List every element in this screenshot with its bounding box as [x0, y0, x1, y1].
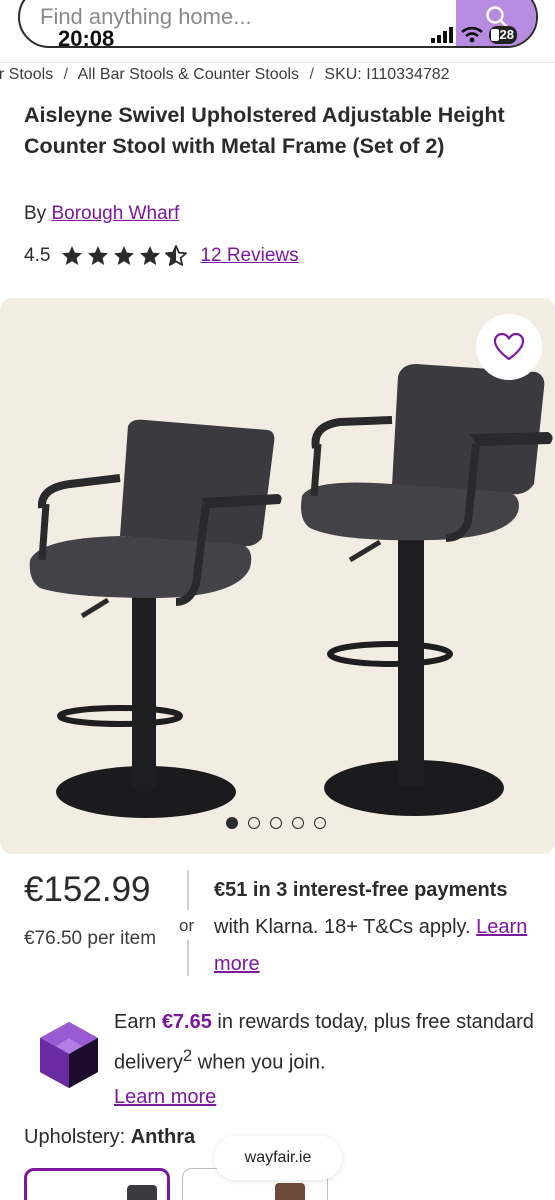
header-divider [0, 62, 555, 63]
klarna-financing: €51 in 3 interest-free payments with Kla… [214, 872, 534, 983]
carousel-dot[interactable] [270, 817, 282, 829]
breadcrumb-item-all-bar-stools[interactable]: All Bar Stools & Counter Stools [78, 66, 299, 83]
product-price: €152.99 [24, 870, 151, 909]
price-divider [187, 940, 189, 976]
unit-price: €76.50 per item [24, 928, 157, 949]
signal-icon [430, 27, 453, 43]
status-icons: 28 [430, 26, 517, 44]
rewards-amount: €7.65 [161, 1011, 212, 1033]
price-divider [187, 870, 189, 910]
carousel-dot[interactable] [226, 817, 238, 829]
star-icon [140, 246, 161, 265]
upholstery-label: Upholstery: [24, 1126, 131, 1148]
rewards-footnote: 2 [182, 1046, 193, 1065]
brand-byline: By Borough Wharf [24, 203, 179, 225]
klarna-offer: €51 in 3 interest-free payments [214, 879, 508, 901]
by-prefix: By [24, 203, 47, 224]
rewards-prefix: Earn [114, 1011, 162, 1033]
breadcrumb: er Stools / All Bar Stools & Counter Sto… [0, 66, 555, 88]
breadcrumb-separator: / [63, 66, 69, 83]
or-label: or [179, 916, 195, 935]
site-url-pill: wayfair.ie [214, 1136, 342, 1180]
breadcrumb-separator: / [309, 66, 314, 83]
klarna-terms: with Klarna. 18+ T&Cs apply. [214, 916, 477, 938]
half-star-icon [165, 245, 188, 266]
upholstery-swatch-selected[interactable] [24, 1168, 170, 1200]
product-title: Aisleyne Swivel Upholstered Adjustable H… [24, 103, 505, 158]
star-icon [114, 246, 135, 265]
product-image [29, 364, 553, 818]
star-icon [88, 246, 109, 265]
breadcrumb-sku: SKU: I110334782 [324, 66, 450, 83]
battery-indicator: 28 [488, 26, 517, 44]
upholstery-selector-label: Upholstery: Anthra [24, 1126, 195, 1149]
star-rating [60, 244, 188, 268]
rewards-gem-icon [40, 1022, 98, 1088]
status-time: 20:08 [58, 26, 115, 51]
product-image-carousel[interactable] [0, 298, 555, 854]
rating-score: 4.5 [24, 245, 51, 266]
breadcrumb-item-bar-stools[interactable]: er Stools [0, 66, 53, 83]
carousel-dot[interactable] [292, 817, 304, 829]
heart-icon [494, 333, 524, 361]
rewards-promo: Earn €7.65 in rewards today, plus free s… [114, 1005, 534, 1114]
wifi-icon [460, 27, 483, 43]
reviews-link[interactable]: 12 Reviews [200, 245, 298, 267]
rewards-learn-more-link[interactable]: Learn more [114, 1086, 216, 1108]
rating-row: 4.5 12 Reviews [24, 244, 299, 268]
carousel-dot[interactable] [314, 817, 326, 829]
rewards-suffix: when you join. [192, 1051, 326, 1074]
swatch-image [127, 1185, 157, 1200]
favorite-button[interactable] [476, 314, 542, 380]
carousel-dot[interactable] [248, 817, 260, 829]
carousel-pagination [226, 817, 326, 829]
star-icon [62, 246, 83, 265]
upholstery-value: Anthra [130, 1126, 196, 1148]
brand-link[interactable]: Borough Wharf [51, 203, 179, 224]
